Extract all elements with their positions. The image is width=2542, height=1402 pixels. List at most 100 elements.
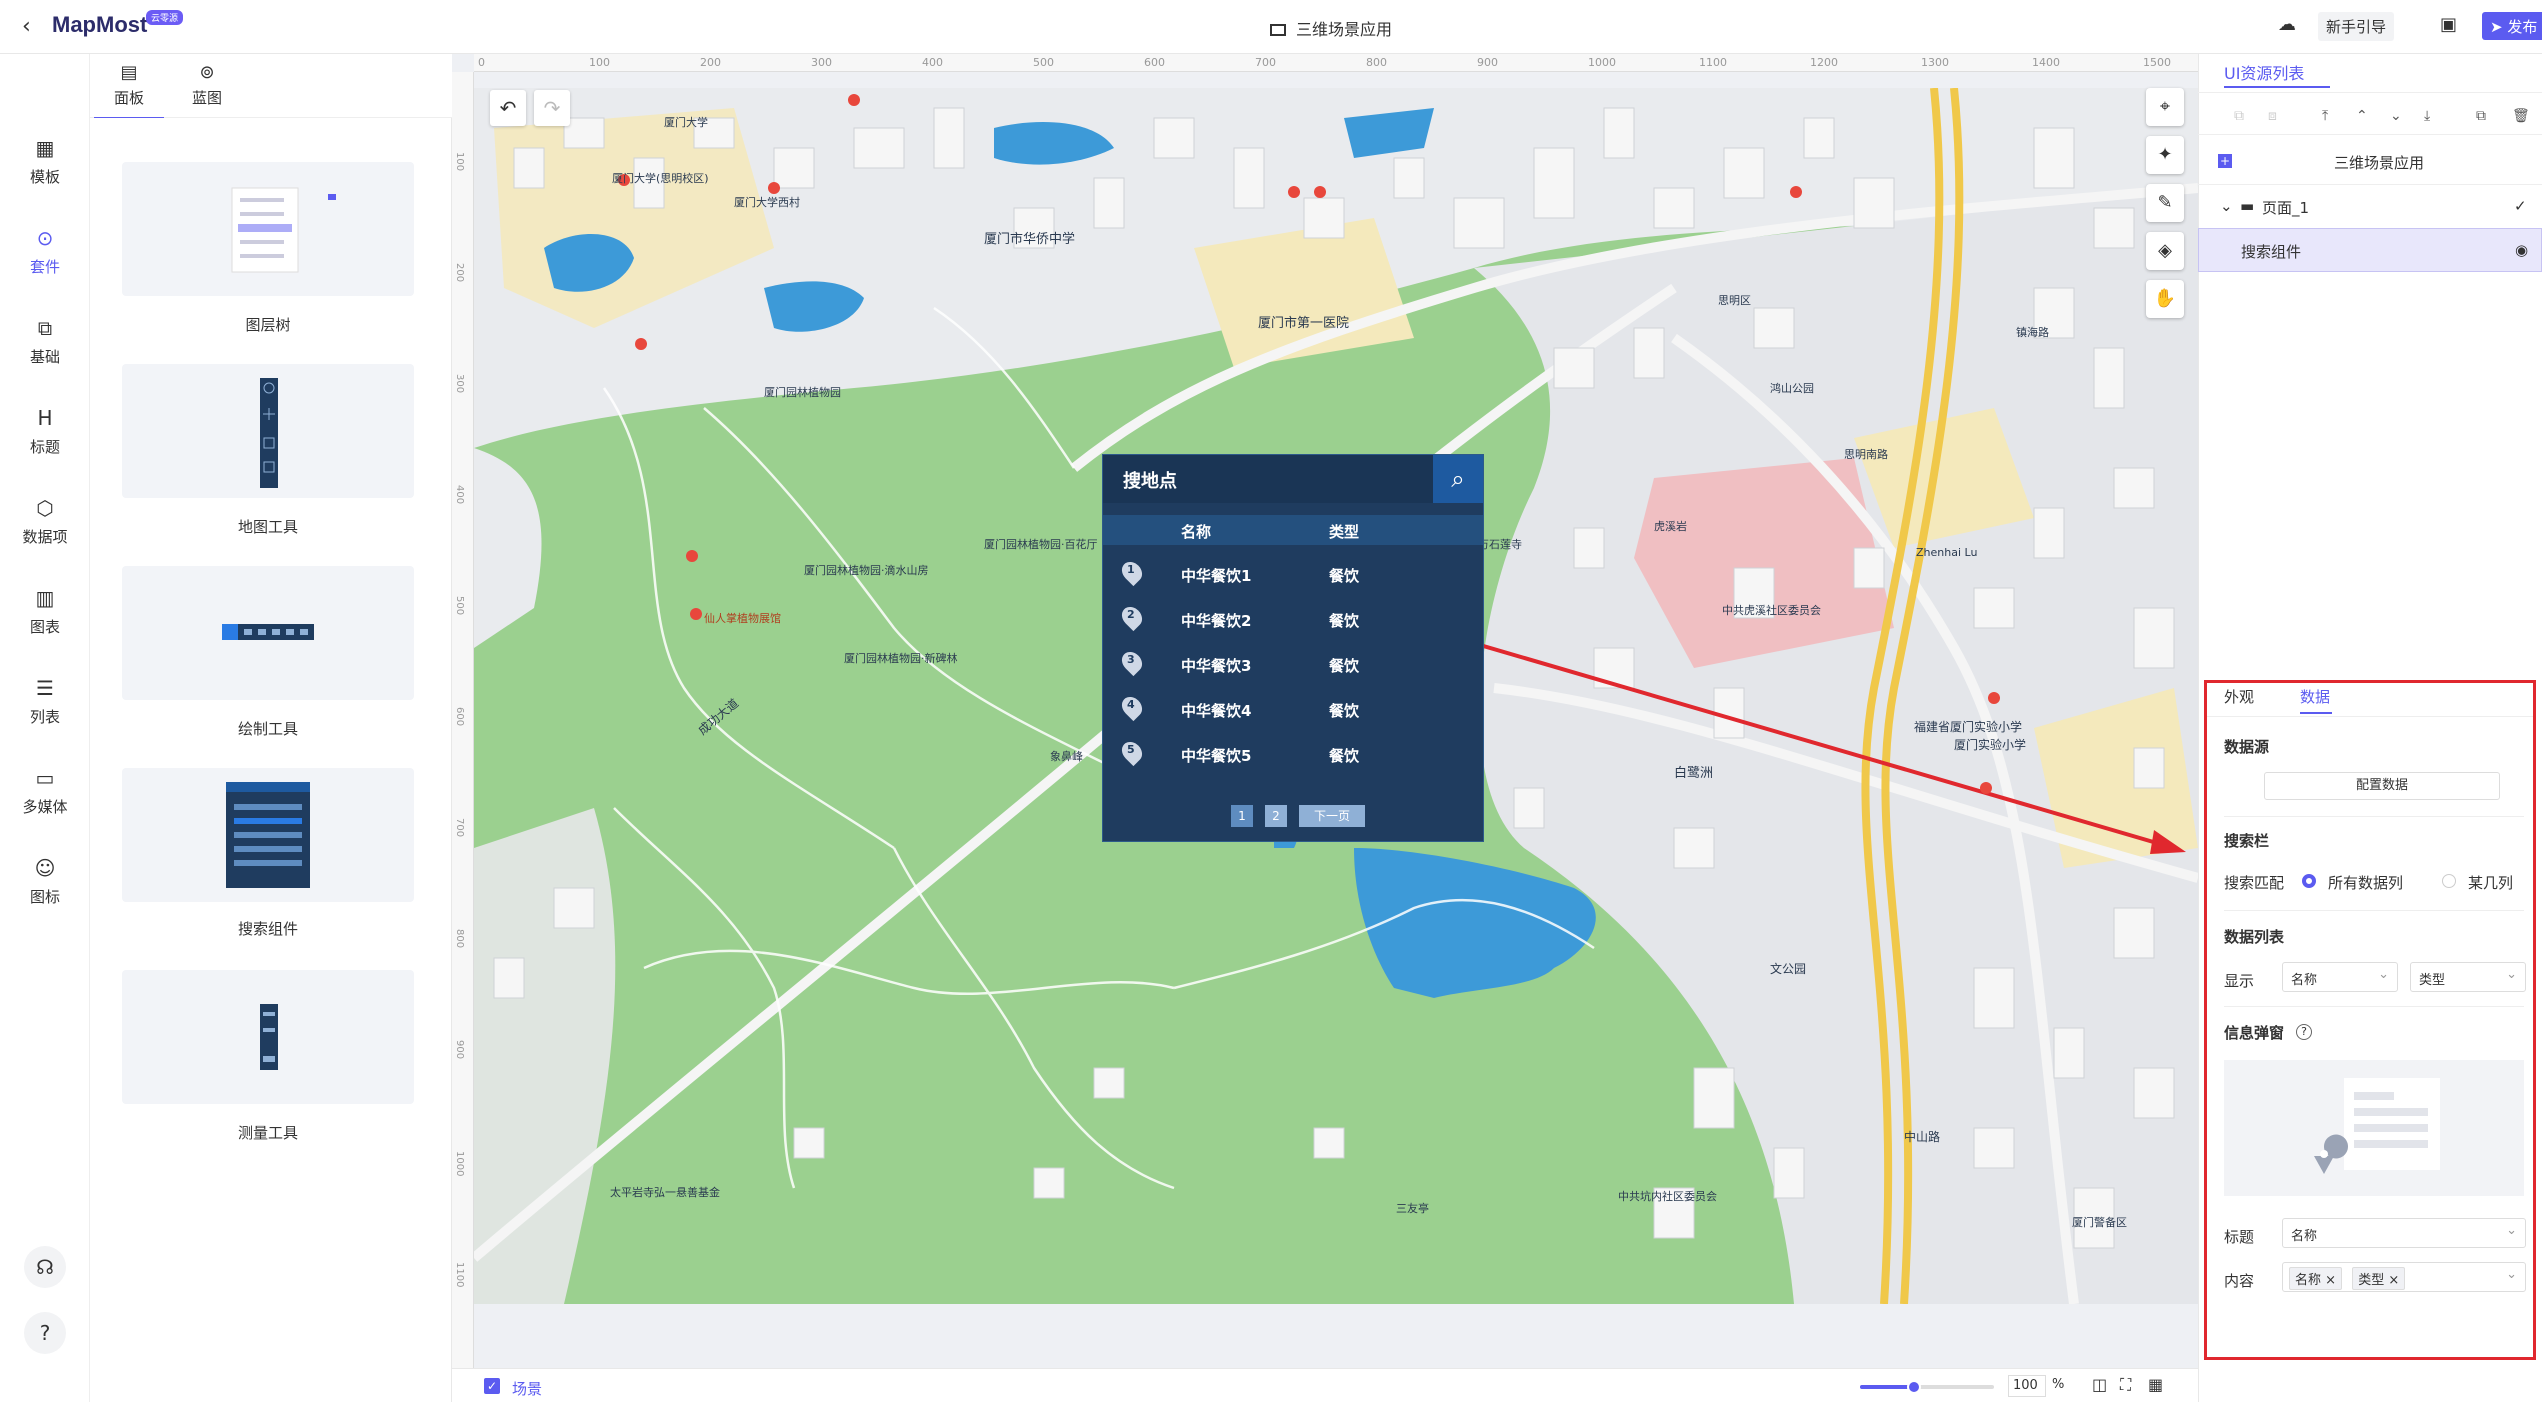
check-icon[interactable]: ✓ xyxy=(2514,197,2527,215)
copy-disabled-icon[interactable]: ⧉ xyxy=(2234,108,2244,124)
tab-blueprint[interactable]: ⊚ 蓝图 xyxy=(172,62,242,108)
search-bar[interactable]: 搜地点 ⌕ xyxy=(1103,455,1483,503)
rail-basic[interactable]: ⧉ 基础 xyxy=(0,316,90,367)
layer-tree-preview xyxy=(231,187,336,273)
result-row[interactable]: 1 中华餐饮1 餐饮 xyxy=(1103,551,1483,596)
rail-label: 多媒体 xyxy=(22,798,68,816)
component-card-layer-tree[interactable] xyxy=(122,162,414,296)
support-icon[interactable]: ☊ xyxy=(24,1246,66,1288)
cloud-save-icon[interactable]: ☁ xyxy=(2278,14,2296,35)
ruler-tick-label: 200 xyxy=(454,263,465,283)
tab-appearance[interactable]: 外观 xyxy=(2224,686,2254,707)
map-label: 太平岩寺弘一悬善基金 xyxy=(610,1186,720,1199)
popup-content-multiselect[interactable]: 名称 × 类型 × ⌄ xyxy=(2282,1262,2526,1292)
cube-icon[interactable]: ◈ xyxy=(2146,232,2184,270)
ui-resource-title[interactable]: UI资源列表 xyxy=(2224,60,2304,84)
popup-title-select[interactable]: 名称 ⌄ xyxy=(2282,1218,2526,1248)
magic-wand-icon[interactable]: ✦ xyxy=(2146,136,2184,174)
component-card-map-tools[interactable] xyxy=(122,364,414,498)
rail-list[interactable]: ☰ 列表 xyxy=(0,676,90,727)
tab-data[interactable]: 数据 xyxy=(2300,686,2330,707)
help-icon[interactable]: ? xyxy=(24,1312,66,1354)
result-row[interactable]: 5 中华餐饮5 餐饮 xyxy=(1103,731,1483,776)
ruler-tick-label: 600 xyxy=(1144,56,1165,69)
tag-close-icon[interactable]: × xyxy=(2325,1273,2336,1288)
move-top-icon[interactable]: ⤒ xyxy=(2322,108,2328,124)
delete-icon[interactable]: 🗑 xyxy=(2512,108,2530,124)
search-input[interactable]: 搜地点 xyxy=(1123,467,1177,493)
map-label: 厦门园林植物园·百花厅 xyxy=(984,538,1098,551)
undo-icon[interactable]: ↶ xyxy=(490,90,526,126)
redo-icon[interactable]: ↷ xyxy=(534,90,570,126)
component-card-draw-tools[interactable] xyxy=(122,566,414,700)
help-circle-icon[interactable]: ? xyxy=(2296,1024,2312,1040)
chevron-down-icon[interactable]: ⌄ xyxy=(2220,197,2233,215)
move-bottom-icon[interactable]: ⤓ xyxy=(2424,108,2430,124)
next-page-button[interactable]: 下一页 xyxy=(1299,805,1365,827)
rail-chart[interactable]: ▥ 图表 xyxy=(0,586,90,637)
configure-data-button[interactable]: 配置数据 xyxy=(2264,772,2500,800)
page-button-2[interactable]: 2 xyxy=(1265,805,1287,827)
rail-template[interactable]: ▦ 模板 xyxy=(0,136,90,187)
rail-data-item[interactable]: ⬡ 数据项 xyxy=(0,496,90,547)
data-item-icon: ⬡ xyxy=(36,496,54,520)
display-column-1-select[interactable]: 名称 ⌄ xyxy=(2282,962,2398,992)
page-button-1[interactable]: 1 xyxy=(1231,805,1253,827)
zoom-slider-handle[interactable] xyxy=(1906,1380,1921,1394)
ruler-tick-label: 700 xyxy=(1255,56,1276,69)
rail-heading[interactable]: H 标题 xyxy=(0,406,90,457)
tab-panel[interactable]: ▤ 面板 xyxy=(94,62,164,120)
ruler-tick-label: 500 xyxy=(454,596,465,616)
group-disabled-icon[interactable]: ⧈ xyxy=(2268,108,2277,124)
ruler-tick-label: 300 xyxy=(454,374,465,394)
display-column-2-select[interactable]: 类型 ⌄ xyxy=(2410,962,2526,992)
tag-close-icon[interactable]: × xyxy=(2388,1273,2399,1288)
search-widget[interactable]: 搜地点 ⌕ 名称 类型 1 中华餐饮1 餐饮 2 中华餐饮2 餐饮 3 中华餐饮3 餐饮 4… xyxy=(1102,454,1484,842)
zoom-slider[interactable] xyxy=(1860,1380,1994,1394)
eye-icon[interactable]: ◉ xyxy=(2515,241,2528,259)
content-tag[interactable]: 类型 × xyxy=(2352,1267,2406,1290)
publish-button[interactable]: ➤ 发布 xyxy=(2482,12,2542,40)
back-arrow-icon[interactable]: ‹ xyxy=(22,14,31,39)
radio-all-columns[interactable] xyxy=(2302,874,2316,888)
result-row[interactable]: 4 中华餐饮4 餐饮 xyxy=(1103,686,1483,731)
component-card-measure[interactable] xyxy=(122,970,414,1104)
search-icon[interactable]: ⌕ xyxy=(1433,455,1483,503)
tree-page[interactable]: ⌄ ▬ 页面_1 ✓ xyxy=(2198,184,2542,228)
rail-emoji[interactable]: ☺ 图标 xyxy=(0,856,90,907)
fit-width-icon[interactable]: ◫ xyxy=(2092,1375,2107,1394)
add-icon[interactable]: + xyxy=(2218,154,2232,168)
tree-root[interactable]: + 三维场景应用 xyxy=(2198,140,2542,184)
result-type: 餐饮 xyxy=(1329,747,1360,765)
locate-icon[interactable]: ⌖ xyxy=(2146,88,2184,126)
ruler-tick-label: 1000 xyxy=(1588,56,1616,69)
content-tag[interactable]: 名称 × xyxy=(2289,1267,2343,1290)
preview-icon[interactable]: ▣ xyxy=(2440,14,2457,35)
guide-button[interactable]: 新手引导 xyxy=(2318,12,2395,41)
draw-tools-preview xyxy=(222,624,314,640)
rail-media[interactable]: ▭ 多媒体 xyxy=(0,766,90,817)
logo-badge: 云零源 xyxy=(146,10,184,25)
hand-pan-icon[interactable]: ✋ xyxy=(2146,280,2184,318)
grid-toggle-icon[interactable]: ▦ xyxy=(2148,1375,2163,1394)
ruler-tick-label: 1500 xyxy=(2143,56,2171,69)
tree-component-selected[interactable]: 搜索组件 ◉ xyxy=(2198,228,2542,272)
move-down-icon[interactable]: ⌄ xyxy=(2390,108,2402,124)
scene-checkbox[interactable]: ✓ xyxy=(484,1378,500,1394)
publish-label: 发布 xyxy=(2507,18,2538,36)
duplicate-icon[interactable]: ⧉ xyxy=(2476,108,2486,124)
search-widget-preview xyxy=(226,782,310,888)
result-row[interactable]: 3 中华餐饮3 餐饮 xyxy=(1103,641,1483,686)
rail-label: 标题 xyxy=(29,438,60,456)
divider xyxy=(2207,716,2533,717)
result-number: 5 xyxy=(1127,743,1135,756)
radio-some-columns[interactable] xyxy=(2442,874,2456,888)
result-row[interactable]: 2 中华餐饮2 餐饮 xyxy=(1103,596,1483,641)
rail-kit[interactable]: ⊙ 套件 xyxy=(0,226,90,277)
move-up-icon[interactable]: ⌃ xyxy=(2356,108,2368,124)
ruler-tool-icon[interactable]: ✎ xyxy=(2146,184,2184,222)
info-popup-preview xyxy=(2224,1060,2524,1196)
component-card-search[interactable] xyxy=(122,768,414,902)
fit-screen-icon[interactable]: ⛶ xyxy=(2120,1375,2131,1395)
zoom-input[interactable]: 100 xyxy=(2008,1375,2046,1397)
